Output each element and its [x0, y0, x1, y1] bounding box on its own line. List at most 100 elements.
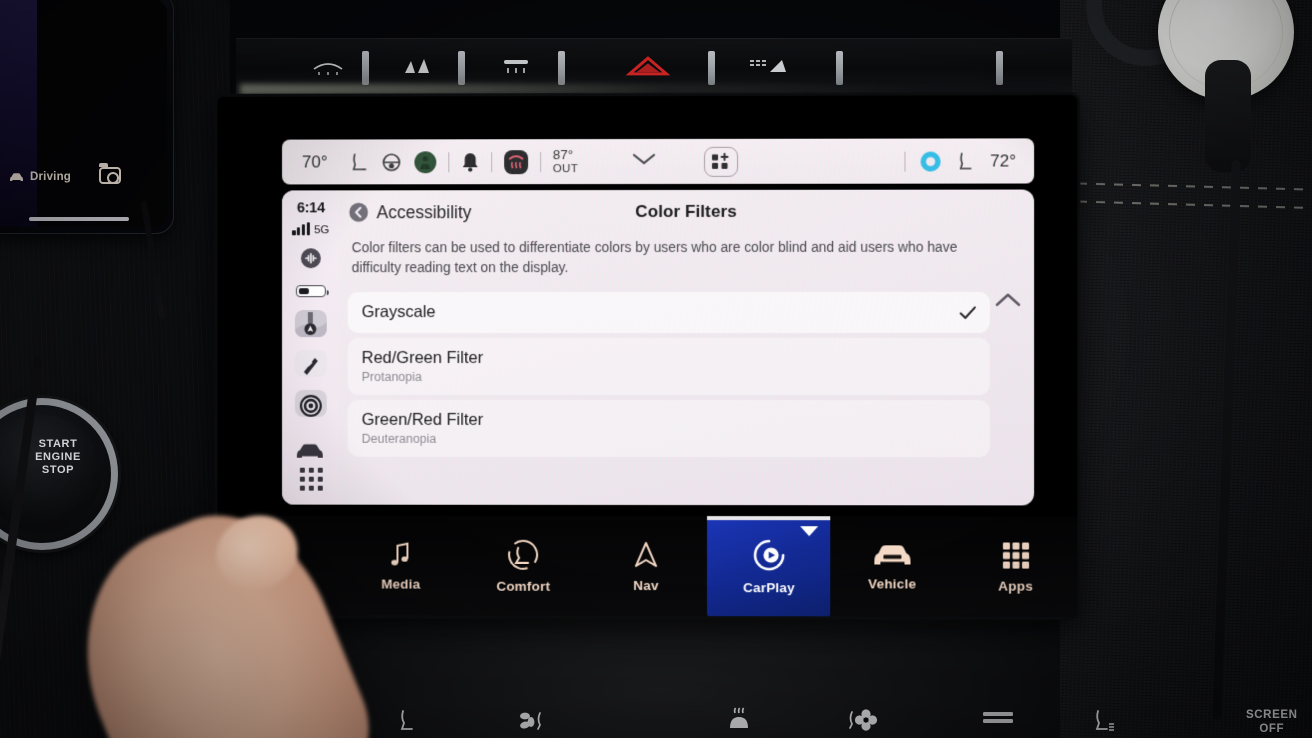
- airflow-icon[interactable]: [746, 53, 790, 79]
- nav-label: CarPlay: [743, 579, 795, 595]
- carplay-clock: 6:14: [296, 200, 325, 217]
- rear-defrost-active-icon[interactable]: [503, 149, 529, 175]
- option-subtitle: Deuteranopia: [361, 431, 437, 446]
- magsafe-mount: [1205, 60, 1251, 172]
- option-title: Grayscale: [361, 303, 436, 322]
- color-filter-options-list: Grayscale Red/Green Filter Protanopia Gr…: [347, 291, 990, 458]
- camera-icon[interactable]: [99, 163, 121, 184]
- screen-bezel-glare: [240, 84, 940, 96]
- page-title: Color Filters: [635, 201, 737, 222]
- front-defrost-icon[interactable]: [494, 53, 538, 79]
- seat-heat-right-icon[interactable]: [956, 150, 978, 172]
- car-front-icon: [874, 544, 911, 564]
- chevron-down-icon[interactable]: [630, 151, 658, 172]
- driving-focus-badge: Driving: [9, 171, 71, 183]
- hazard-triangle-icon[interactable]: [626, 53, 670, 79]
- option-subtitle: Protanopia: [361, 369, 422, 384]
- strip-divider: [996, 51, 1003, 85]
- siri-waveform-icon[interactable]: [299, 246, 323, 275]
- add-tile-icon[interactable]: [704, 146, 739, 177]
- phone-home-indicator: [29, 217, 129, 221]
- seat-heat-icon[interactable]: [396, 708, 418, 737]
- leather-stitch: [1059, 200, 1312, 210]
- scroll-up-button[interactable]: [992, 290, 1024, 315]
- topbar-divider: [490, 151, 492, 172]
- outside-temperature: 87° OUT: [552, 146, 579, 176]
- nav-item-vehicle[interactable]: Vehicle: [831, 516, 954, 616]
- driving-focus-label: Driving: [30, 171, 72, 183]
- carplay-screen-header: Accessibility Color Filters: [340, 190, 1034, 237]
- app-library-icon[interactable]: [299, 467, 323, 491]
- option-title: Red/Green Filter: [361, 349, 484, 367]
- screenshot-root: Driving START ENGINE STOP 70° 87° OUT 72…: [0, 0, 1312, 738]
- nav-label: Vehicle: [868, 575, 917, 591]
- nav-item-apps[interactable]: Apps: [954, 516, 1078, 616]
- car-icon: [10, 172, 23, 181]
- outside-temp-label: OUT: [552, 162, 579, 175]
- nav-label: Comfort: [496, 578, 551, 594]
- fan-auto-icon[interactable]: [846, 708, 882, 737]
- seat-heat-left-icon[interactable]: [349, 151, 369, 173]
- passenger-temp-right[interactable]: 72°: [990, 151, 1016, 171]
- phone-screen: Driving: [0, 0, 167, 227]
- topbar-right-group: 72°: [904, 148, 1016, 174]
- screen-off-button[interactable]: SCREEN OFF: [1246, 708, 1298, 736]
- nav-item-media[interactable]: Media: [340, 516, 462, 616]
- nav-label: Media: [381, 576, 421, 592]
- steering-wheel-heat-icon[interactable]: [380, 151, 402, 173]
- news-app-icon[interactable]: [295, 350, 327, 377]
- nav-item-nav[interactable]: Nav: [585, 516, 708, 616]
- strip-divider: [708, 51, 715, 85]
- outside-temp-value: 87°: [552, 146, 574, 162]
- option-title: Green/Red Filter: [361, 410, 484, 429]
- nav-item-carplay[interactable]: CarPlay: [707, 516, 831, 617]
- topbar-divider: [539, 151, 541, 172]
- battery-icon: [295, 285, 326, 298]
- mounted-phone[interactable]: Driving: [0, 0, 174, 234]
- screen-off-line2: OFF: [1259, 723, 1285, 735]
- air-recirculation-icon[interactable]: [918, 148, 944, 174]
- list-item[interactable]: Green/Red Filter Deuteranopia: [347, 399, 990, 458]
- apps-grid-icon: [1002, 541, 1029, 569]
- list-item[interactable]: Grayscale: [347, 291, 990, 334]
- carplay-sidebar[interactable]: 6:14 5G: [282, 190, 340, 505]
- navigation-arrow-icon: [635, 541, 657, 567]
- network-type-label: 5G: [314, 224, 330, 237]
- car-app-icon[interactable]: [295, 441, 327, 468]
- nav-label: Nav: [633, 577, 659, 593]
- climate-status-bar[interactable]: 70° 87° OUT 72°: [282, 138, 1035, 185]
- strip-divider: [558, 51, 565, 85]
- mbux-touchscreen[interactable]: 70° 87° OUT 72° 6:14 5G Accessibility Co…: [217, 95, 1078, 617]
- rear-defrost-icon[interactable]: [306, 53, 350, 79]
- nav-item-comfort[interactable]: Comfort: [462, 516, 585, 616]
- music-note-icon: [391, 540, 415, 568]
- mbux-navigation-bar[interactable]: Home Media Comfort: [217, 515, 1078, 617]
- strip-divider: [836, 51, 843, 85]
- defrost-icon[interactable]: [726, 706, 752, 737]
- fan-icon[interactable]: [516, 708, 550, 737]
- chevron-expand-icon[interactable]: [800, 526, 819, 537]
- vent-icon[interactable]: [981, 710, 1017, 735]
- signal-bars-icon: 5G: [292, 222, 330, 237]
- page-description: Color filters can be used to differentia…: [351, 239, 958, 276]
- driver-temp-left[interactable]: 70°: [302, 152, 328, 172]
- topbar-divider: [448, 151, 450, 172]
- checkmark-icon: [958, 304, 978, 327]
- list-item[interactable]: Red/Green Filter Protanopia: [347, 337, 990, 396]
- strip-divider: [458, 51, 465, 85]
- topbar-divider: [904, 151, 906, 172]
- notification-bell-icon[interactable]: [460, 151, 480, 173]
- topbar-icon-group: [349, 149, 541, 175]
- comfort-seat-icon: [508, 539, 539, 570]
- carplay-window[interactable]: 6:14 5G Accessibility Color Filters Colo…: [282, 189, 1035, 506]
- carplay-icon: [753, 538, 784, 570]
- screen-off-line1: SCREEN: [1246, 709, 1298, 721]
- active-tab-indicator: [707, 516, 831, 521]
- traction-control-icon[interactable]: [396, 53, 440, 79]
- climate-person-icon[interactable]: [413, 150, 437, 174]
- nav-label: Apps: [998, 578, 1033, 594]
- seat-vent-icon[interactable]: [1091, 708, 1119, 737]
- right-dash-leather: [1059, 0, 1312, 738]
- maps-app-icon[interactable]: [295, 310, 327, 338]
- settings-app-icon[interactable]: [294, 389, 327, 417]
